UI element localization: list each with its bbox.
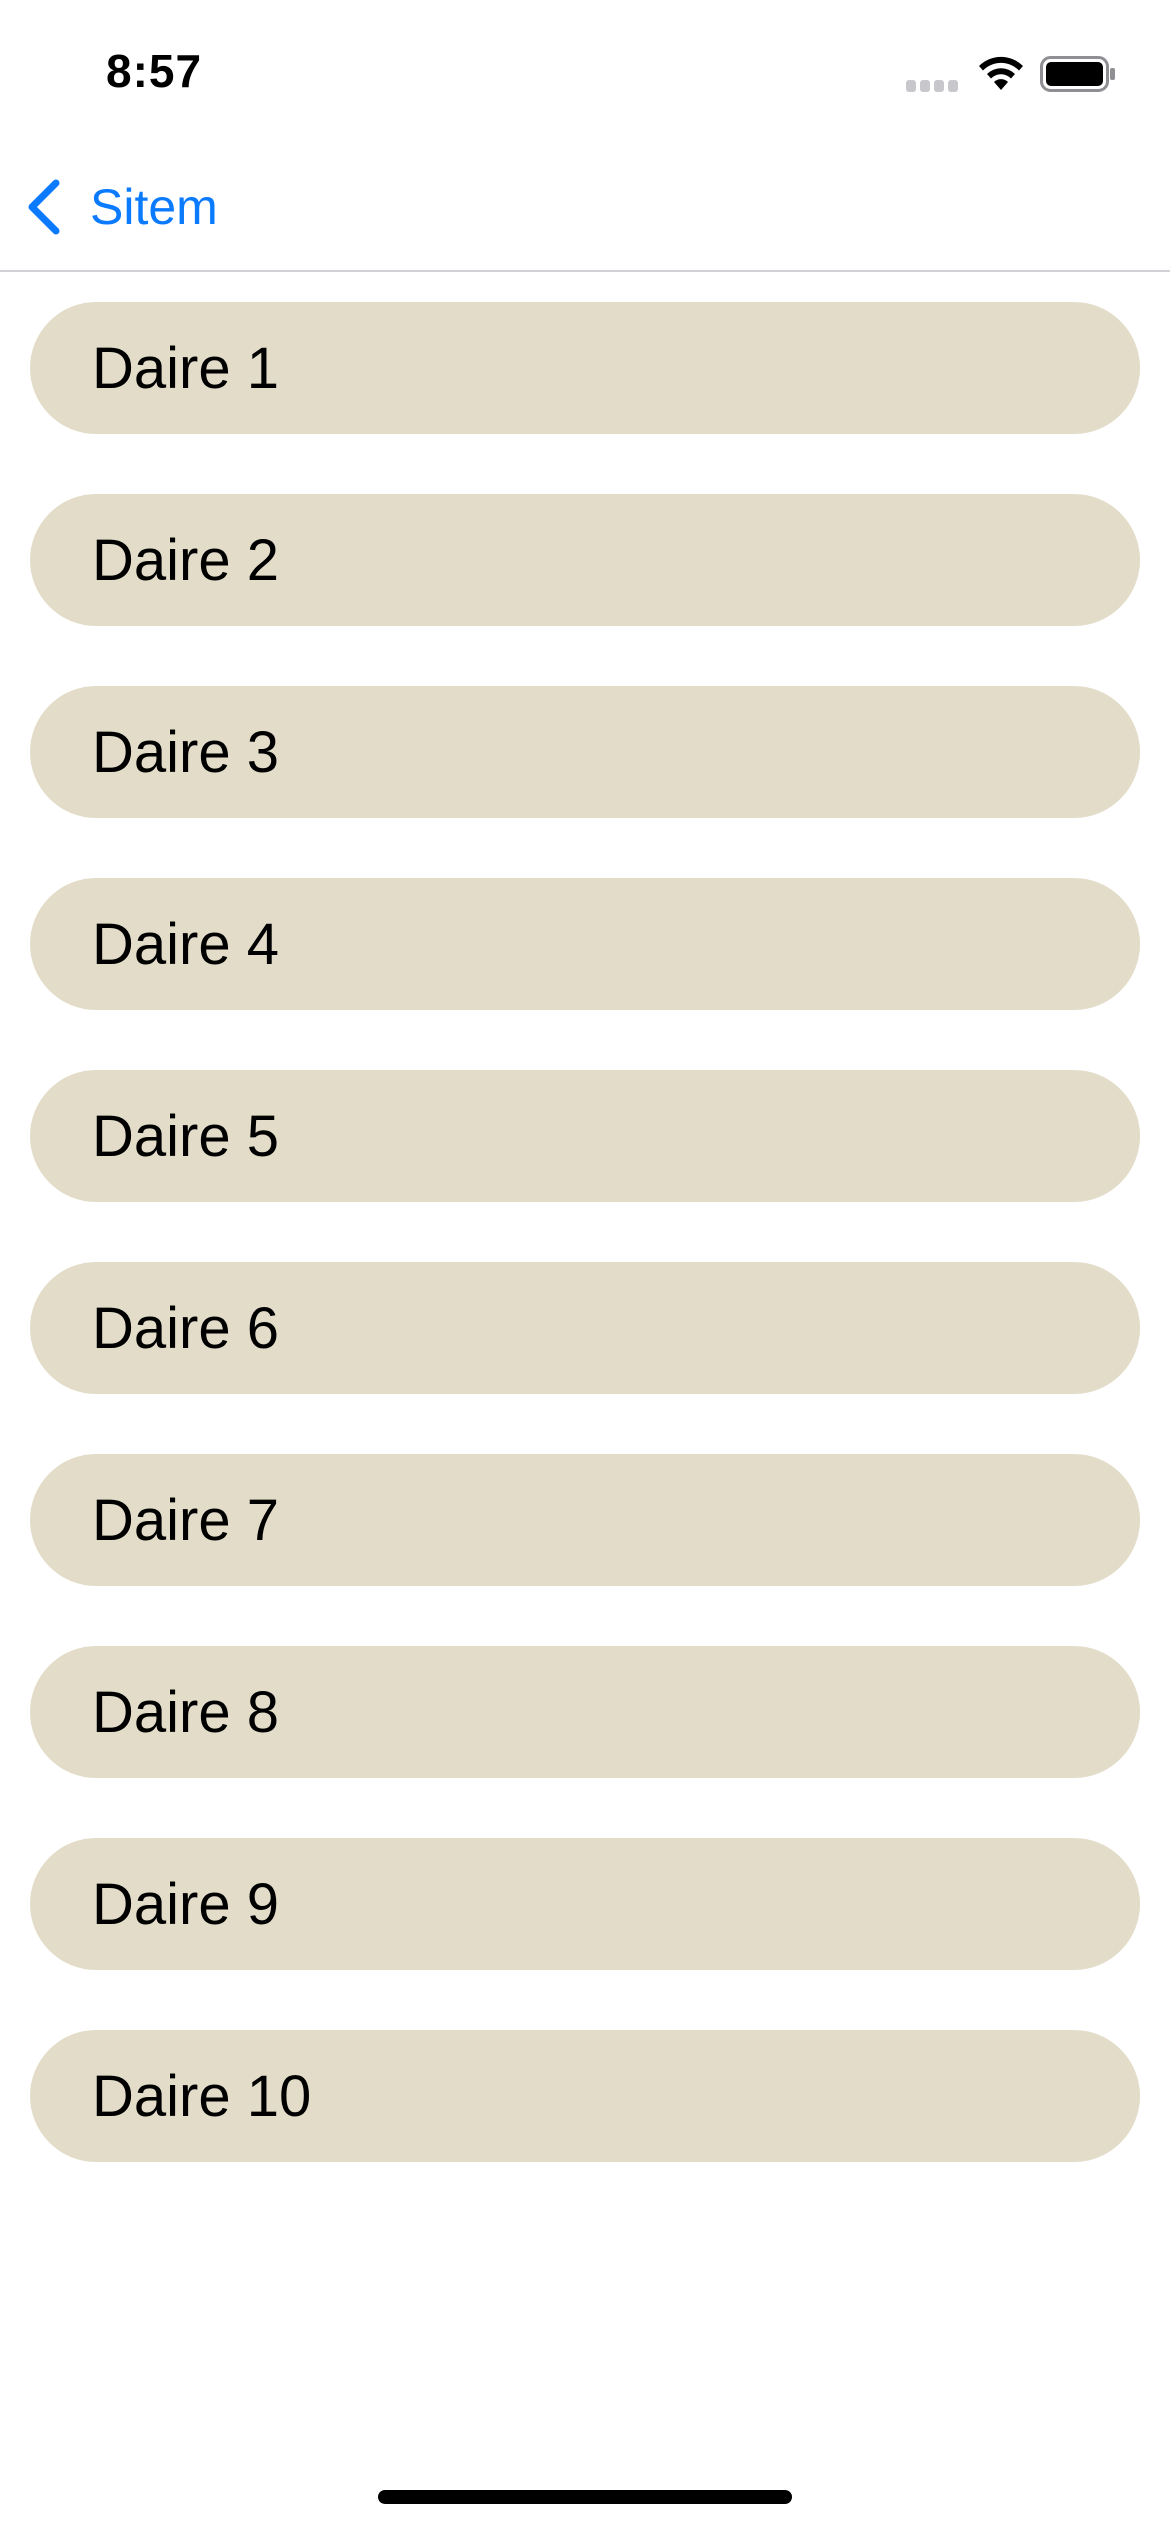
list-item[interactable]: Daire 4: [30, 878, 1140, 1010]
status-bar: 8:57: [0, 0, 1170, 150]
list-item-label: Daire 5: [92, 1103, 279, 1169]
list-item-label: Daire 7: [92, 1487, 279, 1553]
list-item[interactable]: Daire 6: [30, 1262, 1140, 1394]
back-button[interactable]: Sitem: [24, 170, 218, 244]
list-item[interactable]: Daire 2: [30, 494, 1140, 626]
list-item[interactable]: Daire 7: [30, 1454, 1140, 1586]
list-item-label: Daire 8: [92, 1679, 279, 1745]
list-item-label: Daire 3: [92, 719, 279, 785]
navigation-bar: Sitem: [0, 150, 1170, 272]
list-item-label: Daire 6: [92, 1295, 279, 1361]
list-item-label: Daire 1: [92, 335, 279, 401]
list-item-label: Daire 2: [92, 527, 279, 593]
back-button-label: Sitem: [90, 179, 218, 235]
list-item[interactable]: Daire 1: [30, 302, 1140, 434]
list-item[interactable]: Daire 3: [30, 686, 1140, 818]
chevron-left-icon: [28, 179, 60, 235]
wifi-icon: [979, 56, 1023, 90]
list-item[interactable]: Daire 9: [30, 1838, 1140, 1970]
list-item[interactable]: Daire 8: [30, 1646, 1140, 1778]
list-item-label: Daire 9: [92, 1871, 279, 1937]
list-item-label: Daire 4: [92, 911, 279, 977]
list-item[interactable]: Daire 5: [30, 1070, 1140, 1202]
apartment-list: Daire 1 Daire 2 Daire 3 Daire 4 Daire 5 …: [30, 302, 1140, 2222]
home-indicator[interactable]: [378, 2490, 792, 2504]
list-item[interactable]: Daire 10: [30, 2030, 1140, 2162]
cellular-signal-icon: [906, 80, 960, 92]
battery-icon: [1040, 56, 1115, 92]
list-item-label: Daire 10: [92, 2063, 312, 2129]
status-time: 8:57: [106, 45, 203, 97]
